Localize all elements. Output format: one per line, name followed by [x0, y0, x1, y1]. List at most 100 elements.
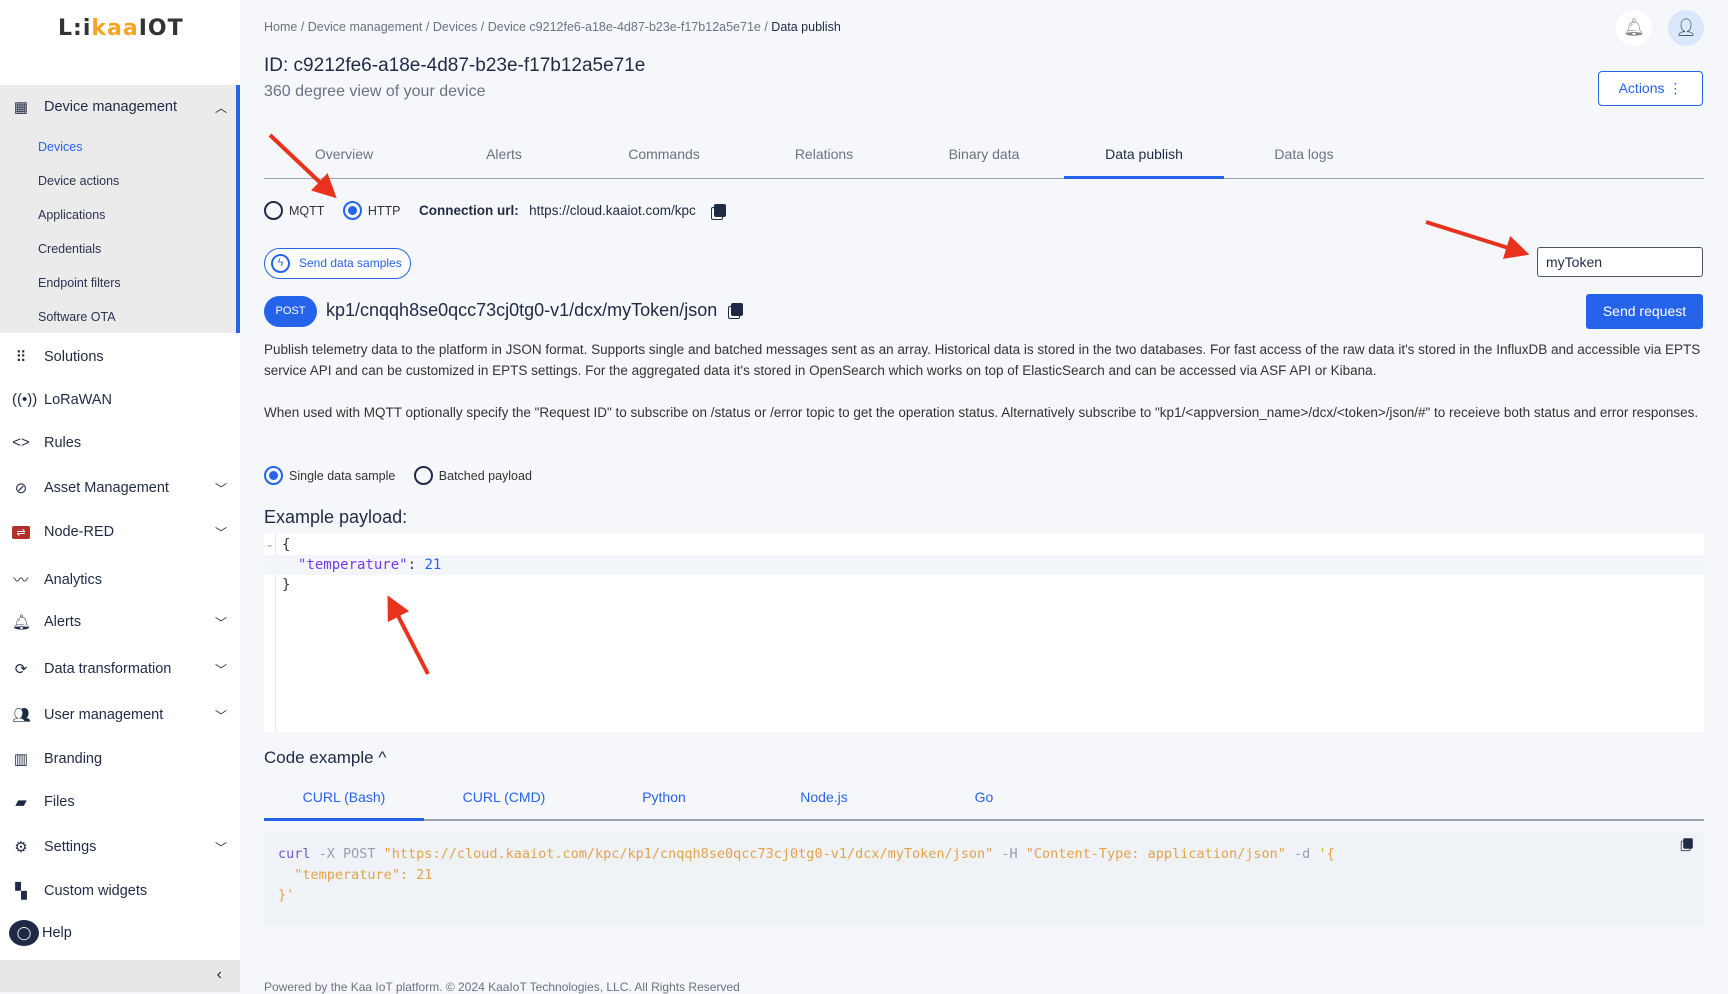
token-input[interactable]	[1537, 247, 1703, 277]
sidebar-item-lorawan[interactable]: ((•)) LoRaWAN	[12, 391, 227, 408]
batched-payload-radio[interactable]	[413, 466, 433, 485]
gear-icon: ⚙	[14, 839, 28, 856]
copy-icon[interactable]	[714, 204, 727, 217]
chevron-down-icon: ﹀	[214, 708, 227, 723]
tab-binary-data[interactable]: Binary data	[904, 134, 1064, 179]
sidebar-item-help[interactable]: Help	[42, 925, 257, 941]
editor-line: "temperature": 21	[264, 555, 1704, 575]
node-red-icon: ⇌	[12, 525, 30, 539]
connection-url-label: Connection url:	[418, 203, 519, 218]
device-icon: ▦	[13, 99, 29, 116]
method-badge: POST	[264, 296, 317, 327]
asset-icon: ⊘	[14, 480, 28, 497]
sidebar-subitem-credentials[interactable]: Credentials	[38, 242, 101, 256]
sidebar-subitem-applications[interactable]: Applications	[38, 208, 105, 222]
sidebar-item-settings[interactable]: ⚙ Settings ﹀	[12, 838, 227, 856]
sidebar: L:ikaaIOT ▦ Device management ︿ Devices De…	[0, 0, 240, 992]
device-tabs: Overview Alerts Commands Relations Binar…	[264, 134, 1704, 179]
chevron-left-icon: ‹	[216, 966, 222, 983]
editor-line: }	[282, 577, 291, 593]
code-tabs: CURL (Bash) CURL (CMD) Python Node.js Go	[264, 776, 1704, 821]
folder-icon: ▰	[15, 794, 27, 811]
transform-icon: ⟳	[14, 661, 28, 678]
kaaiot-logo[interactable]: L:ikaaIOT	[58, 16, 184, 41]
antenna-icon: ((•))	[12, 391, 38, 408]
sidebar-item-rules[interactable]: <> Rules	[12, 434, 227, 451]
tab-python[interactable]: Python	[584, 776, 744, 821]
tab-data-logs[interactable]: Data logs	[1224, 134, 1384, 179]
notifications-bell-icon[interactable]: 🔔︎	[1616, 10, 1652, 46]
breadcrumb-device-management[interactable]: Device management	[308, 20, 423, 34]
device-management-group	[0, 85, 240, 333]
actions-button[interactable]: Actions ⋮	[1598, 71, 1703, 106]
sidebar-item-device-management[interactable]: ▦ Device management ︿	[12, 98, 227, 116]
sidebar-item-asset-management[interactable]: ⊘ Asset Management ﹀	[12, 479, 227, 497]
sidebar-item-alerts[interactable]: 🔔︎ Alerts ﹀	[12, 613, 227, 631]
chat-icon[interactable]: ◯	[9, 920, 39, 946]
tab-curl-bash[interactable]: CURL (Bash)	[264, 776, 424, 821]
sidebar-item-branding[interactable]: ▥ Branding	[12, 750, 227, 768]
tab-overview[interactable]: Overview	[264, 134, 424, 179]
connection-url: https://cloud.kaaiot.com/kpc	[529, 203, 696, 218]
tab-go[interactable]: Go	[904, 776, 1064, 821]
sidebar-subitem-software-ota[interactable]: Software OTA	[38, 310, 116, 324]
send-request-button[interactable]: Send request	[1586, 294, 1703, 329]
sidebar-subitem-devices[interactable]: Devices	[38, 140, 82, 154]
sidebar-item-files[interactable]: ▰ Files	[12, 793, 227, 811]
payload-editor[interactable]: ⌄ { "temperature": 21 }	[264, 533, 1704, 732]
tab-alerts[interactable]: Alerts	[424, 134, 584, 179]
chevron-down-icon: ﹀	[214, 615, 227, 630]
protocol-selector: MQTT HTTP Connection url: https://cloud.…	[264, 201, 727, 220]
code-block: curl -X POST "https://cloud.kaaiot.com/k…	[264, 832, 1704, 925]
sidebar-subitem-endpoint-filters[interactable]: Endpoint filters	[38, 276, 121, 290]
bell-icon: 🔔︎	[12, 614, 32, 631]
http-radio[interactable]	[342, 201, 362, 220]
branding-icon: ▥	[13, 751, 29, 768]
sidebar-item-analytics[interactable]: 〰 Analytics	[12, 569, 227, 590]
chevron-down-icon: ﹀	[214, 840, 227, 855]
copy-icon[interactable]	[731, 303, 744, 316]
sidebar-item-node-red[interactable]: ⇌ Node-RED ﹀	[12, 524, 227, 540]
copy-icon[interactable]	[1683, 838, 1693, 849]
tab-nodejs[interactable]: Node.js	[744, 776, 904, 821]
user-avatar-icon[interactable]: 👤︎	[1668, 10, 1704, 46]
breadcrumb-device[interactable]: Device c9212fe6-a18e-4d87-b23e-f17b12a5e…	[488, 20, 761, 34]
users-icon: 👥︎	[12, 707, 32, 724]
sidebar-item-custom-widgets[interactable]: ▚ Custom widgets	[12, 882, 227, 900]
breadcrumb-home[interactable]: Home	[264, 20, 297, 34]
lightning-icon: ϟ	[271, 254, 290, 273]
breadcrumb-current: Data publish	[771, 20, 841, 34]
tab-commands[interactable]: Commands	[584, 134, 744, 179]
chevron-down-icon: ﹀	[214, 662, 227, 677]
analytics-icon: 〰	[13, 572, 29, 589]
request-path: kp1/cnqqh8se0qcc73cj0tg0-v1/dcx/myToken/…	[326, 300, 744, 321]
code-line: }'	[278, 887, 295, 903]
page-subtitle: 360 degree view of your device	[264, 83, 486, 100]
sidebar-item-solutions[interactable]: ⠿ Solutions	[12, 348, 227, 366]
tab-relations[interactable]: Relations	[744, 134, 904, 179]
code-example-toggle[interactable]: Code example ^	[264, 748, 386, 768]
chevron-down-icon: ﹀	[214, 525, 227, 540]
sidebar-item-user-management[interactable]: 👥︎ User management ﹀	[12, 706, 227, 724]
widgets-icon: ▚	[15, 883, 27, 900]
tab-curl-cmd[interactable]: CURL (CMD)	[424, 776, 584, 821]
breadcrumb: Home / Device management / Devices / Dev…	[264, 20, 841, 34]
breadcrumb-devices[interactable]: Devices	[433, 20, 477, 34]
payload-type-selector: Single data sample Batched payload	[264, 466, 532, 485]
tab-data-publish[interactable]: Data publish	[1064, 134, 1224, 179]
page-title: ID: c9212fe6-a18e-4d87-b23e-f17b12a5e71e	[264, 55, 646, 76]
main-content: Home / Device management / Devices / Dev…	[264, 0, 1704, 994]
code-icon: <>	[12, 434, 30, 451]
chevron-down-icon: ﹀	[214, 481, 227, 496]
code-line: "temperature": 21	[278, 867, 433, 883]
sidebar-item-data-transformation[interactable]: ⟳ Data transformation ﹀	[12, 660, 227, 678]
chevron-up-icon: ︿	[214, 100, 227, 115]
sidebar-subitem-device-actions[interactable]: Device actions	[38, 174, 119, 188]
grid-icon: ⠿	[15, 349, 27, 366]
editor-line: {	[282, 537, 291, 553]
mqtt-radio[interactable]	[264, 201, 283, 220]
send-data-samples-button[interactable]: ϟ Send data samples	[264, 248, 411, 279]
single-sample-radio[interactable]	[264, 466, 283, 485]
example-payload-title: Example payload:	[264, 507, 408, 527]
collapse-sidebar-button[interactable]: ‹	[0, 960, 240, 992]
